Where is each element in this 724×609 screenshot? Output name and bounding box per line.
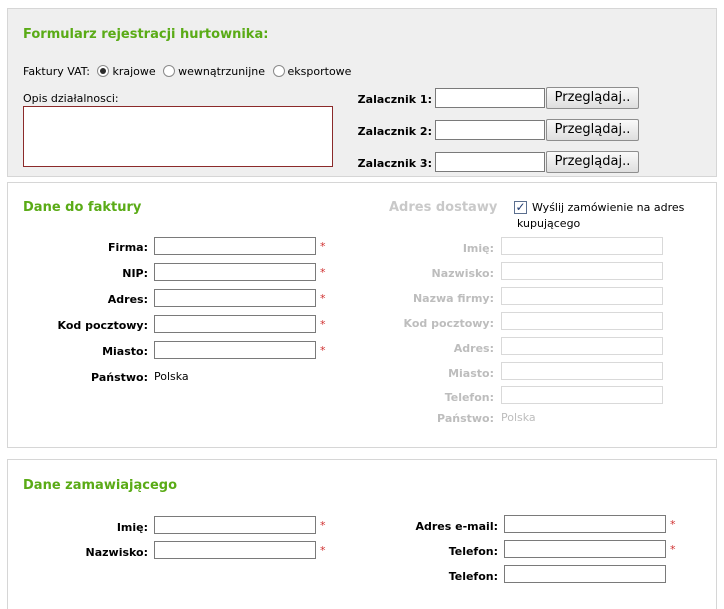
delivery-imie-input[interactable] bbox=[501, 237, 663, 255]
registration-title: Formularz rejestracji hurtownika: bbox=[23, 27, 269, 42]
delivery-country-value: Polska bbox=[501, 411, 536, 424]
required-marker: * bbox=[320, 266, 326, 279]
attachment-3-label: Zalacznik 3: bbox=[357, 157, 432, 170]
delivery-label-firma: Nazwa firmy: bbox=[412, 292, 494, 305]
invoice-title: Dane do faktury bbox=[23, 200, 142, 215]
vat-option-eksportowe[interactable]: eksportowe bbox=[272, 65, 351, 78]
delivery-label-imie: Imię: bbox=[462, 242, 494, 255]
delivery-label-adres: Adres: bbox=[453, 342, 494, 355]
invoice-nip-input[interactable] bbox=[154, 263, 316, 281]
required-marker: * bbox=[320, 344, 326, 357]
required-marker: * bbox=[670, 543, 676, 556]
invoice-label-adres: Adres: bbox=[107, 293, 148, 306]
delivery-adres-input[interactable] bbox=[501, 337, 663, 355]
delivery-kod-input[interactable] bbox=[501, 312, 663, 330]
radio-eksportowe[interactable] bbox=[272, 65, 285, 77]
ship-to-buyer-checkbox[interactable]: ✓ bbox=[514, 201, 527, 214]
required-marker: * bbox=[320, 318, 326, 331]
delivery-nazwisko-input[interactable] bbox=[501, 262, 663, 280]
required-marker: * bbox=[320, 292, 326, 305]
orderer-nazwisko-input[interactable] bbox=[154, 541, 316, 559]
orderer-email-input[interactable] bbox=[504, 515, 666, 533]
required-marker: * bbox=[320, 519, 326, 532]
invoice-label-firma: Firma: bbox=[108, 241, 148, 254]
required-marker: * bbox=[320, 240, 326, 253]
attachment-1-label: Zalacznik 1: bbox=[357, 93, 432, 106]
orderer-title: Dane zamawiającego bbox=[23, 478, 178, 493]
orderer-telefon-2-input[interactable] bbox=[504, 565, 666, 583]
orderer-telefon-input[interactable] bbox=[504, 540, 666, 558]
attachment-2-browse-button[interactable]: Przeglądaj.. bbox=[546, 119, 639, 141]
radio-krajowe[interactable] bbox=[97, 65, 110, 77]
radio-wewnatrzunijne[interactable] bbox=[163, 65, 176, 77]
invoice-miasto-input[interactable] bbox=[154, 341, 316, 359]
delivery-miasto-input[interactable] bbox=[501, 362, 663, 380]
vat-option-krajowe[interactable]: krajowe bbox=[97, 65, 156, 78]
delivery-label-nazwisko: Nazwisko: bbox=[431, 267, 495, 280]
invoice-country-label: Państwo: bbox=[91, 371, 148, 384]
invoice-adres-input[interactable] bbox=[154, 289, 316, 307]
delivery-label-telefon: Telefon: bbox=[444, 391, 494, 404]
delivery-label-kod: Kod pocztowy: bbox=[403, 317, 495, 330]
attachment-1-input[interactable] bbox=[435, 88, 545, 108]
attachment-3-input[interactable] bbox=[435, 152, 545, 172]
description-label: Opis działalnosci: bbox=[23, 92, 119, 105]
invoice-country-value: Polska bbox=[154, 370, 189, 383]
attachment-2-label: Zalacznik 2: bbox=[357, 125, 432, 138]
vat-option-wewnatrzunijne[interactable]: wewnątrzunijne bbox=[163, 65, 265, 78]
orderer-label-email: Adres e-mail: bbox=[415, 520, 499, 533]
invoice-label-nip: NIP: bbox=[122, 267, 148, 280]
attachment-2-input[interactable] bbox=[435, 120, 545, 140]
delivery-label-miasto: Miasto: bbox=[448, 367, 494, 380]
orderer-imie-input[interactable] bbox=[154, 516, 316, 534]
invoice-firma-input[interactable] bbox=[154, 237, 316, 255]
invoice-label-miasto: Miasto: bbox=[102, 345, 148, 358]
orderer-label-telefon: Telefon: bbox=[448, 545, 498, 558]
invoice-kod-input[interactable] bbox=[154, 315, 316, 333]
delivery-firma-input[interactable] bbox=[501, 287, 663, 305]
vat-row: Faktury VAT: krajowe wewnątrzunijne eksp… bbox=[23, 65, 351, 78]
ship-to-buyer-label: Wyślij zamówienie na adres kupującego bbox=[517, 201, 685, 230]
delivery-telefon-input[interactable] bbox=[501, 386, 663, 404]
invoice-delivery-panel: Dane do faktury Firma: * NIP: * Adres: *… bbox=[7, 182, 717, 448]
registration-panel: Formularz rejestracji hurtownika: Faktur… bbox=[7, 8, 717, 177]
orderer-label-imie: Imię: bbox=[116, 521, 148, 534]
required-marker: * bbox=[670, 518, 676, 531]
orderer-label-telefon-2: Telefon: bbox=[448, 570, 498, 583]
attachment-3-browse-button[interactable]: Przeglądaj.. bbox=[546, 151, 639, 173]
orderer-label-nazwisko: Nazwisko: bbox=[85, 546, 149, 559]
delivery-title: Adres dostawy bbox=[389, 200, 498, 215]
orderer-panel: Dane zamawiającego Imię: * Nazwisko: * A… bbox=[7, 459, 717, 609]
attachment-1-browse-button[interactable]: Przeglądaj.. bbox=[546, 87, 639, 109]
invoice-label-kod: Kod pocztowy: bbox=[57, 319, 149, 332]
vat-label: Faktury VAT: bbox=[23, 65, 90, 78]
description-textarea[interactable] bbox=[23, 106, 333, 167]
delivery-country-label: Państwo: bbox=[437, 412, 494, 425]
required-marker: * bbox=[320, 544, 326, 557]
